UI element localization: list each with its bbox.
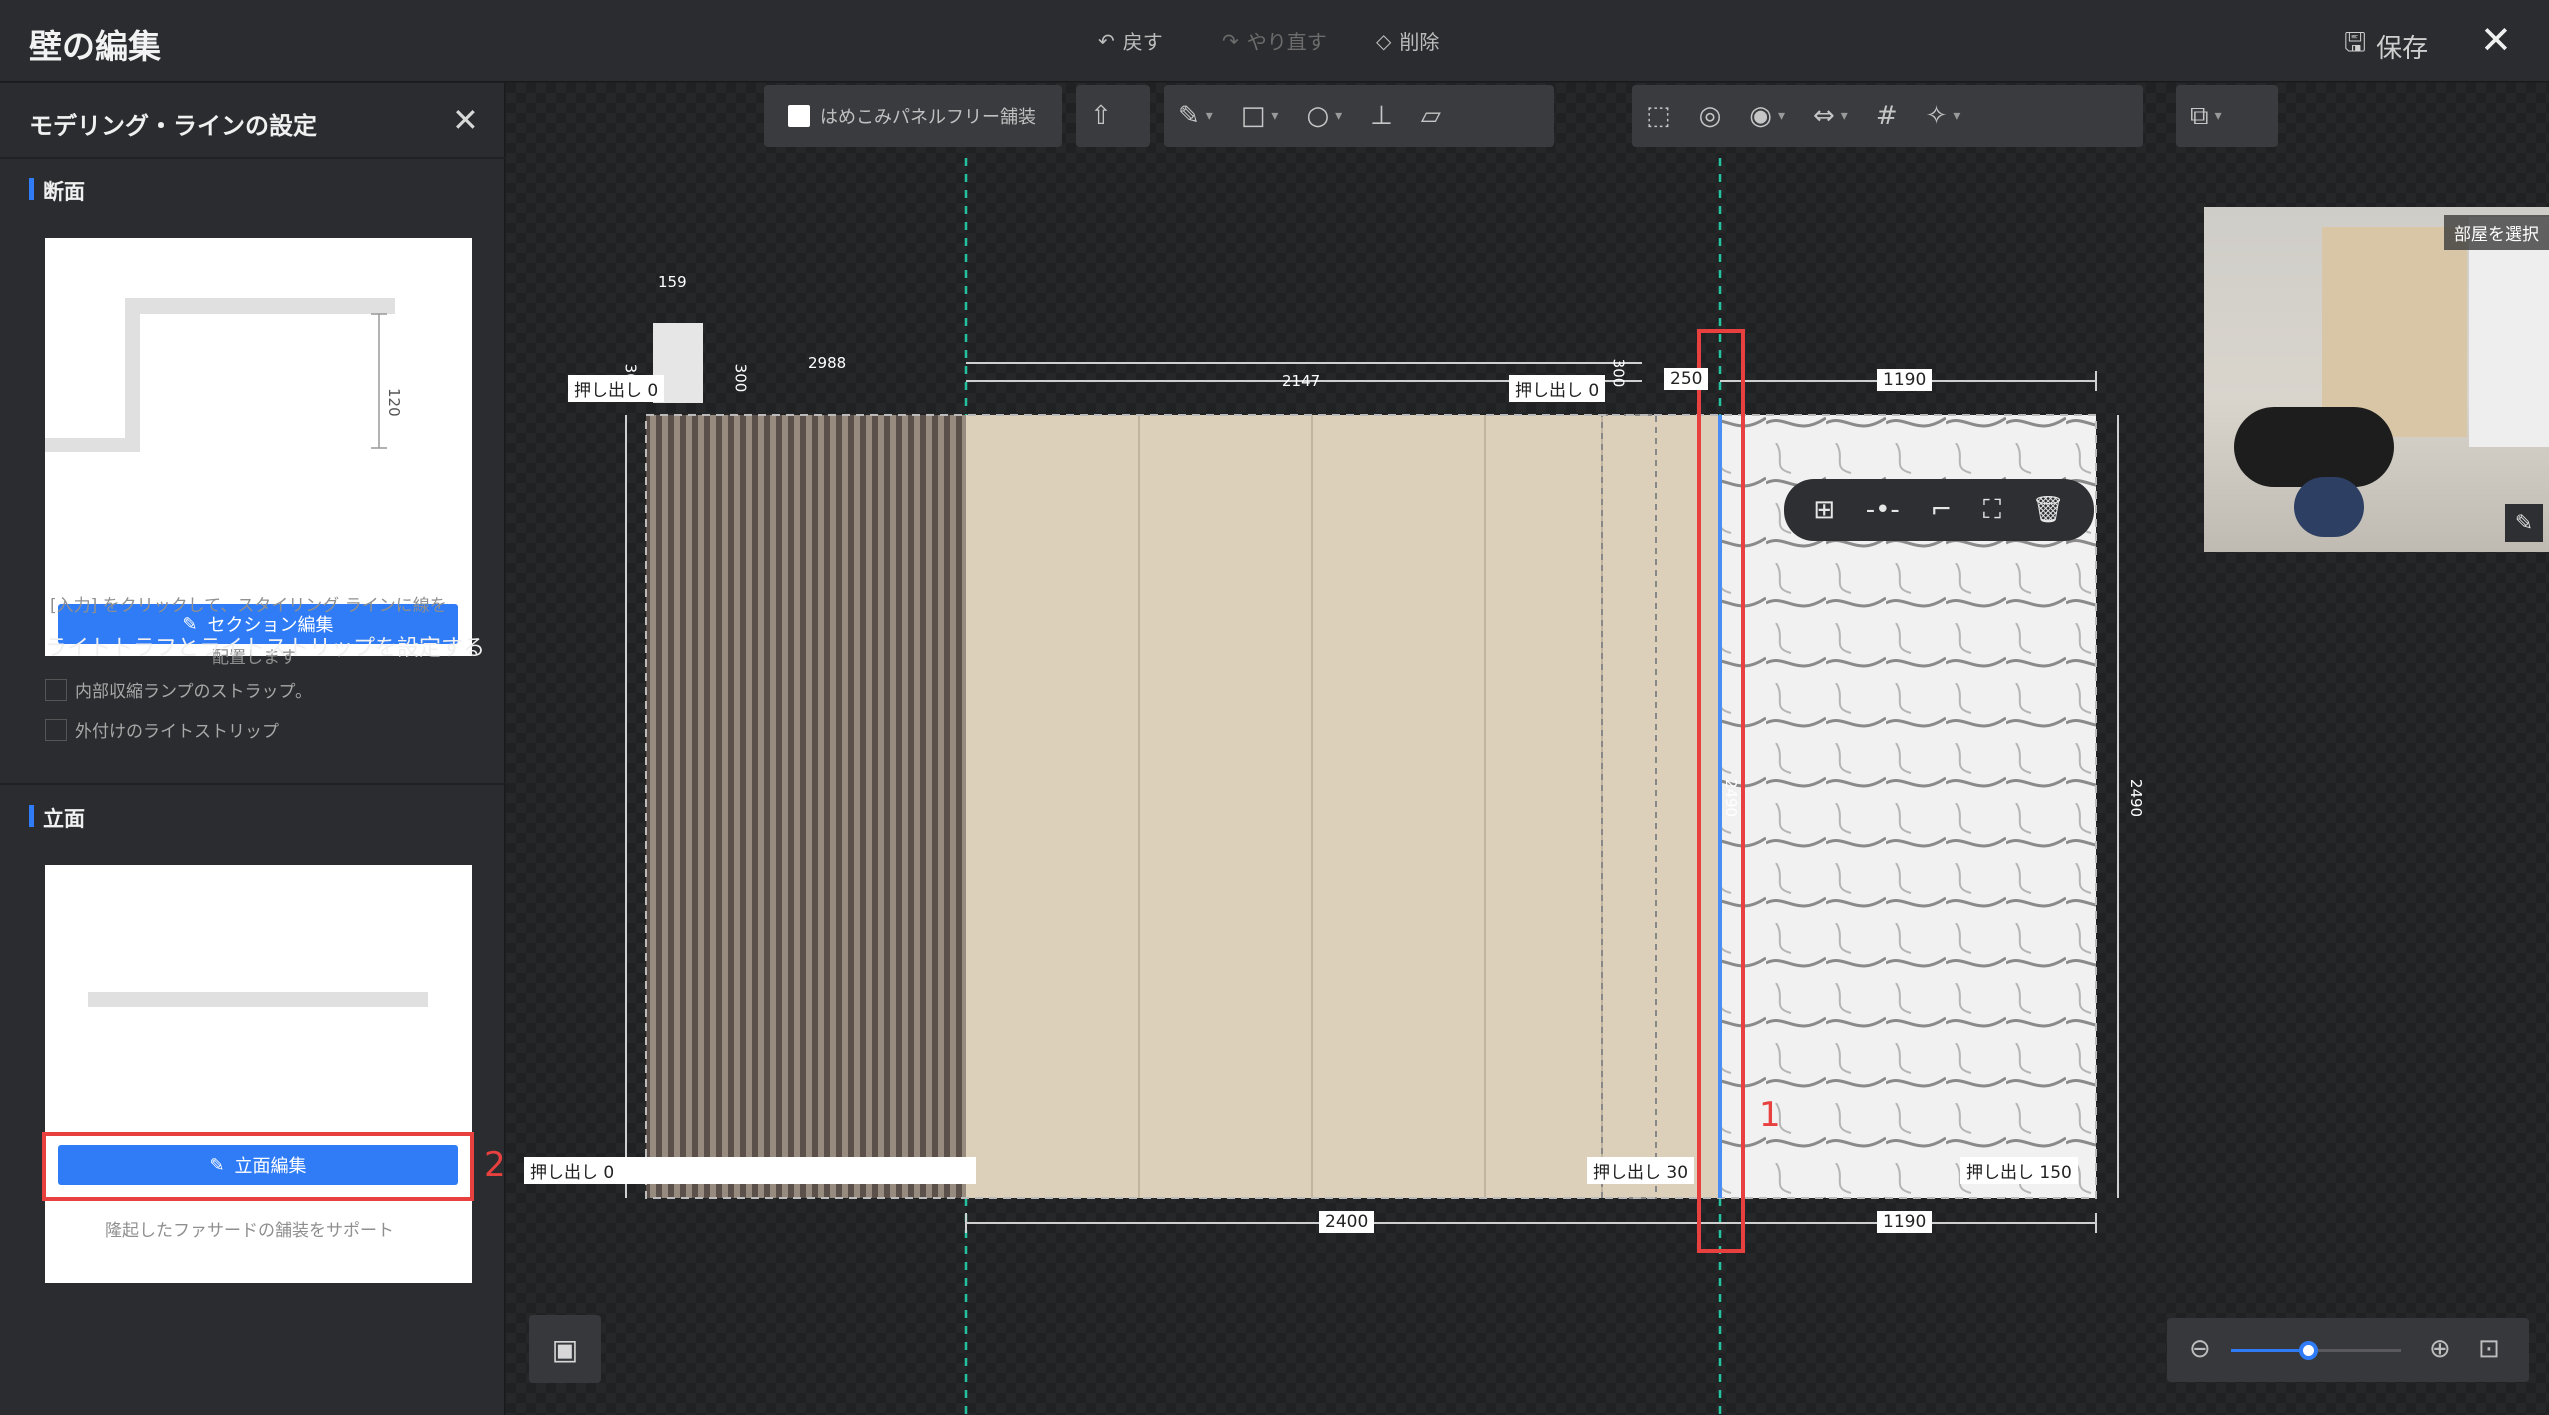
add-icon[interactable]: ⊞ <box>1813 495 1835 525</box>
checkbox-icon <box>45 718 67 741</box>
close-window-icon[interactable]: ✕ <box>2480 18 2512 62</box>
extrude-label-bottom-left[interactable]: 押し出し 0 <box>524 1157 976 1184</box>
save-button[interactable]: 🖫 保存 <box>2344 24 2428 68</box>
section-dimension-text: 120 <box>385 388 403 417</box>
divider <box>0 157 505 159</box>
inner-strap-label: 内部収縮ランプのストラップ。 <box>75 682 312 702</box>
trash-icon[interactable]: 🗑 <box>2032 495 2065 525</box>
save-label: 保存 <box>2376 33 2429 64</box>
dimension-1190-bottom: 1190 <box>1877 1211 1933 1233</box>
dimension-300-c: 300 <box>1609 358 1628 388</box>
zoom-out-icon[interactable]: ⊖ <box>2189 1334 2211 1364</box>
zoom-fill <box>2231 1349 2308 1352</box>
window-title: 壁の編集 <box>29 27 161 66</box>
dimension-1190-top: 1190 <box>1877 369 1933 391</box>
extrude-label-top-mid[interactable]: 押し出し 0 <box>1509 375 1606 402</box>
divider <box>0 783 505 785</box>
save-icon: 🖫 <box>2344 28 2367 58</box>
wood-panel[interactable] <box>966 415 1720 1198</box>
redo-label: やり直す <box>1246 30 1327 54</box>
dimension-2147: 2147 <box>1282 372 1321 390</box>
modeling-line-settings-panel: モデリング・ラインの設定 ✕ 断面 120 ✎ セクション編集 [入力] をクリ… <box>0 83 506 1415</box>
light-settings-title: ライトトラフとライトストリップを設定する <box>45 636 486 661</box>
room-chair <box>2294 477 2364 537</box>
wall-canvas[interactable]: はめこみパネルフリー舗装 ⇧ ✎ ▾ □ ▾ ○ ▾ ⊥ ▱ ⬚ ◎ ◉ ▾ ⇔ ▾ # … <box>506 83 2549 1415</box>
zoom-knob[interactable] <box>2298 1341 2318 1360</box>
elevation-profile-bar <box>88 992 428 1007</box>
room-sofa <box>2234 407 2394 487</box>
extrude-label-30[interactable]: 押し出し 30 <box>1587 1157 1695 1184</box>
eraser-icon: ◇ <box>1376 28 1392 53</box>
edit-preview-icon[interactable]: ✎ <box>2505 504 2543 542</box>
zoom-in-icon[interactable]: ⊕ <box>2429 1334 2451 1364</box>
split-line-icon[interactable]: -•- <box>1866 495 1900 525</box>
dimension-300-b: 300 <box>731 363 750 393</box>
room-wall-wood <box>2322 227 2467 437</box>
dimension-159: 159 <box>658 273 687 291</box>
fit-to-screen-icon[interactable]: ⊡ <box>2478 1334 2500 1364</box>
room-wall-marble <box>2469 217 2549 447</box>
select-room-button[interactable]: 部屋を選択 <box>2444 215 2549 250</box>
zoom-control: ⊖ ⊕ ⊡ <box>2167 1318 2529 1382</box>
undo-button[interactable]: ↶ 戻す <box>1098 26 1163 55</box>
outer-strip-label: 外付けのライトストリップ <box>75 722 279 742</box>
dimension-2988: 2988 <box>808 354 847 372</box>
extrude-label-150[interactable]: 押し出し 150 <box>1960 1157 2078 1184</box>
inner-strap-checkbox[interactable]: 内部収縮ランプのストラップ。 <box>45 677 312 702</box>
dimension-2400: 2400 <box>1319 1211 1375 1233</box>
slat-panel[interactable] <box>646 415 966 1198</box>
redo-icon: ↷ <box>1222 28 1239 53</box>
undo-icon: ↶ <box>1098 28 1115 53</box>
input-hint: [入力] をクリックして、スタイリング ラインに線を <box>50 596 447 616</box>
outer-strip-checkbox[interactable]: 外付けのライトストリップ <box>45 717 279 742</box>
panel-title: モデリング・ラインの設定 <box>29 112 317 140</box>
line-context-toolbar: ⊞ -•- ⌐ ⛶ 🗑 <box>1784 479 2094 541</box>
extrude-label-top-left[interactable]: 押し出し 0 <box>568 375 665 402</box>
delete-label: 削除 <box>1399 30 1440 54</box>
section-heading: 断面 <box>29 176 85 206</box>
checkbox-icon <box>45 678 67 701</box>
annotation-number-2: 2 <box>484 1145 506 1185</box>
bend-line-icon[interactable]: ⌐ <box>1930 495 1952 525</box>
elevation-hint: 隆起したファサードの舗装をサポート <box>105 1221 394 1241</box>
elevation-heading: 立面 <box>29 803 85 833</box>
top-bar: 壁の編集 ↶ 戻す ↷ やり直す ◇ 削除 🖫 保存 ✕ <box>0 0 2549 82</box>
fit-icon[interactable]: ⛶ <box>1983 495 2001 526</box>
zoom-slider[interactable] <box>2231 1341 2401 1360</box>
redo-button[interactable]: ↷ やり直す <box>1222 26 1327 55</box>
annotation-number-1: 1 <box>1759 1095 1781 1135</box>
highlight-box-2 <box>42 1132 474 1201</box>
delete-button[interactable]: ◇ 削除 <box>1376 26 1439 55</box>
3d-view-cube-icon[interactable]: ▣ <box>529 1315 601 1383</box>
dimension-250: 250 <box>1664 368 1709 390</box>
dimension-height-right: 2490 <box>2127 778 2146 818</box>
room-3d-preview[interactable]: 部屋を選択 ✎ <box>2204 207 2549 552</box>
dimension-height-mid: 2490 <box>1722 778 1741 818</box>
undo-label: 戻す <box>1122 30 1163 54</box>
panel-close-icon[interactable]: ✕ <box>452 101 479 139</box>
